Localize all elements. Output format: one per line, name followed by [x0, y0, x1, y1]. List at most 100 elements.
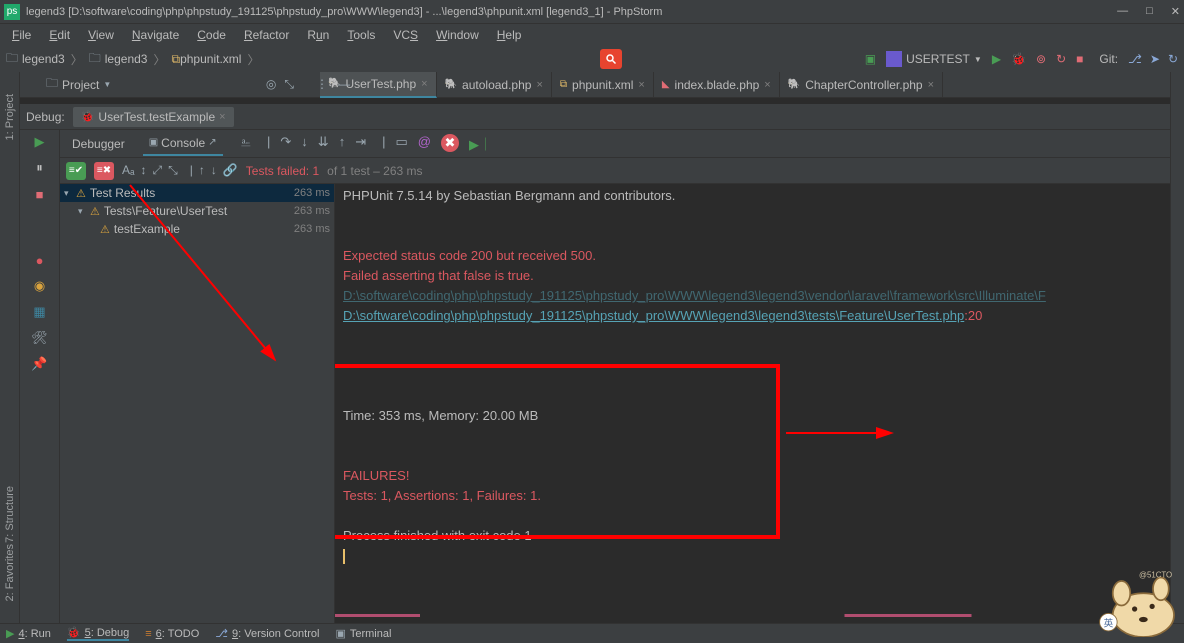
git-push-icon[interactable]: ➤ [1150, 52, 1160, 66]
filter-passed-button[interactable]: ≡✔ [66, 162, 86, 180]
search-button[interactable] [600, 49, 622, 69]
tab-index-blade[interactable]: ◣ index.blade.php × [654, 72, 780, 98]
collapse-icon[interactable]: ⤡ [284, 77, 294, 92]
git-update-icon[interactable]: ↻ [1168, 52, 1178, 66]
menu-run[interactable]: Run [299, 26, 337, 44]
coverage-icon[interactable]: ◉ [32, 278, 48, 294]
breadcrumb-project[interactable]: legend3 [22, 52, 65, 66]
close-button[interactable]: ✕ [1171, 5, 1180, 18]
menu-refactor[interactable]: Refactor [236, 26, 297, 44]
more-icon[interactable]: ⋮ [316, 77, 328, 91]
status-todo[interactable]: ≡6: TODO [145, 628, 199, 640]
menu-view[interactable]: View [80, 26, 122, 44]
chevron-down-icon[interactable]: ▼ [103, 80, 111, 89]
step-into-icon[interactable]: ↓ [301, 134, 308, 153]
status-debug[interactable]: 🐞5: Debug [67, 626, 129, 641]
console-output[interactable]: PHPUnit 7.5.14 by Sebastian Bergmann and… [335, 184, 1184, 623]
status-run[interactable]: ▶4: Run [6, 627, 51, 640]
console-line [343, 366, 1176, 386]
external-icon[interactable]: ↗ [208, 137, 216, 148]
resume-icon[interactable]: ▶｜ [469, 134, 492, 153]
stop-button[interactable]: ■ [1076, 52, 1083, 66]
expand-icon[interactable]: ⤢ [152, 163, 162, 178]
run-configuration-selector[interactable]: USERTEST ▼ [886, 51, 982, 67]
pin-icon[interactable]: 📌 [32, 356, 48, 372]
close-icon[interactable]: × [536, 79, 542, 91]
favorites-tool-button[interactable]: 2: Favorites [4, 544, 16, 601]
run-to-cursor-icon[interactable]: ⇥ [355, 134, 366, 153]
git-branch-icon[interactable]: ⎇ [1128, 52, 1142, 66]
warn-icon: ⚠ [100, 223, 110, 236]
tree-test[interactable]: ⚠ testExample 263 ms [60, 220, 334, 238]
step-over-icon[interactable]: ↷ [280, 134, 291, 153]
watch-icon[interactable]: @ [418, 134, 431, 153]
test-tree[interactable]: ▾ ⚠ Test Results 263 ms ▾ ⚠ Tests\Featur… [60, 184, 335, 623]
build-icon[interactable]: ▣ [865, 52, 876, 66]
status-vcs[interactable]: ⎇9: Version Control [215, 627, 319, 640]
menu-help[interactable]: Help [489, 26, 530, 44]
breadcrumb-file[interactable]: phpunit.xml [180, 52, 241, 66]
close-icon[interactable]: × [928, 79, 934, 91]
scrollbar-horizontal[interactable] [335, 614, 1184, 617]
minimize-button[interactable]: — [1117, 5, 1128, 18]
file-link[interactable]: D:\software\coding\php\phpstudy_191125\p… [343, 288, 1046, 303]
collapse-icon[interactable]: ⤡ [168, 163, 178, 178]
sort-alpha-icon[interactable]: Aₐ [122, 163, 134, 178]
debug-button[interactable]: 🐞 [1011, 52, 1026, 66]
tab-autoload[interactable]: 🐘 autoload.php × [437, 72, 552, 98]
debugger-tab[interactable]: Debugger [66, 133, 131, 155]
structure-tool-button[interactable]: 7: Structure [4, 486, 16, 543]
profile-button[interactable]: ↻ [1056, 52, 1066, 66]
breakpoint-icon[interactable]: ● [32, 252, 48, 268]
step-icons: ⎁ | ↷ ↓ ⇊ ↑ ⇥ | ▭ @ ✖ ▶｜ [241, 134, 492, 153]
mute-breakpoints-button[interactable]: ✖ [441, 134, 459, 152]
close-icon[interactable]: × [421, 78, 427, 90]
test-results-toolbar: ≡✔ ≡✖ Aₐ ↕ ⤢ ⤡ | ↑ ↓ 🔗 Tests failed: [60, 158, 1184, 184]
next-icon[interactable]: ↓ [211, 163, 217, 178]
menu-edit[interactable]: Edit [41, 26, 78, 44]
close-icon[interactable]: × [638, 79, 644, 91]
console-tab[interactable]: ▣ Console ↗ [143, 132, 223, 156]
tree-class[interactable]: ▾ ⚠ Tests\Feature\UserTest 263 ms [60, 202, 334, 220]
chevron-down-icon[interactable]: ▾ [78, 206, 90, 217]
menu-window[interactable]: Window [428, 26, 487, 44]
run-button[interactable]: ▶ [992, 52, 1001, 66]
prev-icon[interactable]: ↑ [199, 163, 205, 178]
tree-root[interactable]: ▾ ⚠ Test Results 263 ms [60, 184, 334, 202]
force-step-into-icon[interactable]: ⇊ [318, 134, 329, 153]
sort-time-icon[interactable]: ↕ [140, 163, 146, 178]
debug-session-tab[interactable]: 🐞 UserTest.testExample × [73, 107, 234, 127]
tab-phpunit[interactable]: ⧉ phpunit.xml × [552, 72, 654, 98]
tools-icon[interactable]: 🛠 [32, 330, 48, 346]
menu-navigate[interactable]: Navigate [124, 26, 187, 44]
tab-label: ChapterController.php [805, 78, 922, 92]
rerun-button[interactable]: ▶ [32, 134, 48, 150]
tab-chaptercontroller[interactable]: 🐘 ChapterController.php × [780, 72, 943, 98]
evaluate-icon[interactable]: ▭ [396, 134, 408, 153]
maximize-button[interactable]: □ [1146, 5, 1153, 18]
status-terminal[interactable]: ▣Terminal [335, 627, 391, 640]
close-icon[interactable]: × [219, 111, 225, 123]
xml-icon: ⧉ [560, 79, 567, 90]
layout-icon[interactable]: ▦ [32, 304, 48, 320]
menu-tools[interactable]: Tools [339, 26, 383, 44]
project-tool-button[interactable]: 1: Project [4, 94, 16, 140]
menu-vcs[interactable]: VCS [385, 26, 426, 44]
filter-failed-button[interactable]: ≡✖ [94, 162, 114, 180]
chevron-down-icon[interactable]: ▾ [64, 188, 76, 199]
project-panel-header[interactable]: 🗀 Project ▼ ◎ ⤡ ⋮ — [40, 72, 300, 98]
step-out-icon[interactable]: ↑ [339, 134, 346, 153]
menu-file[interactable]: File [4, 26, 39, 44]
console-line: Process finished with exit code 1 [343, 526, 1176, 546]
link-icon[interactable]: 🔗 [223, 163, 238, 178]
coverage-button[interactable]: ⊚ [1036, 52, 1046, 66]
breadcrumb-folder[interactable]: legend3 [105, 52, 148, 66]
close-icon[interactable]: × [764, 79, 770, 91]
target-icon[interactable]: ◎ [266, 77, 276, 92]
stop-button[interactable]: ■ [32, 186, 48, 202]
wrap-icon[interactable]: ⎁ [241, 134, 251, 153]
pause-button[interactable]: ⏸ [32, 160, 48, 176]
hide-icon[interactable]: — [338, 77, 350, 91]
file-link[interactable]: D:\software\coding\php\phpstudy_191125\p… [343, 308, 964, 323]
menu-code[interactable]: Code [189, 26, 234, 44]
